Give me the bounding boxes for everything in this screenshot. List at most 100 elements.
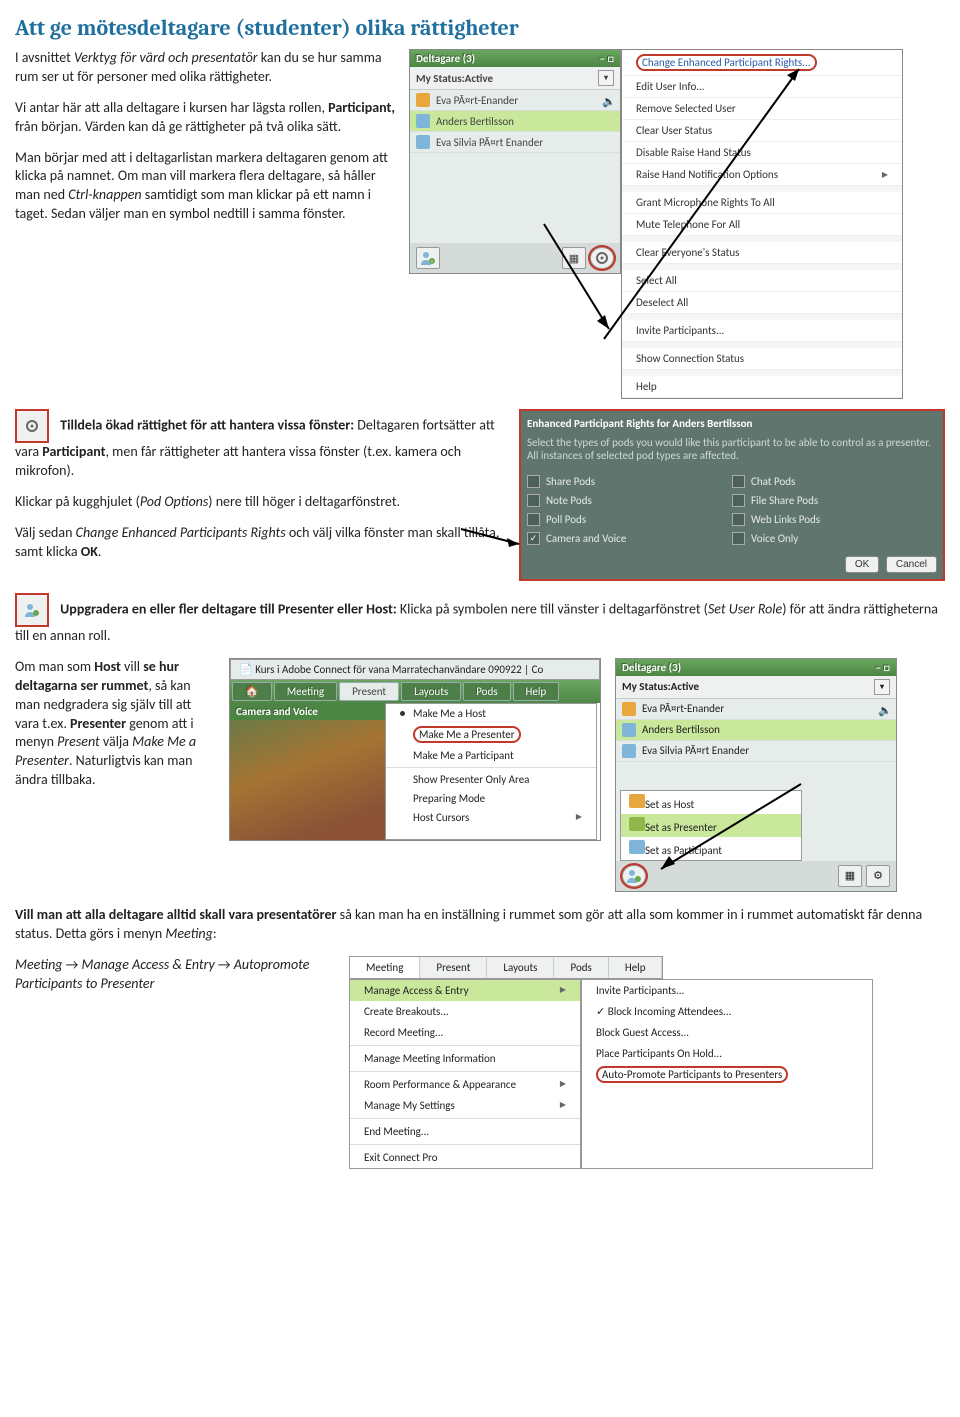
intro-para-3: Man börjar med att i deltagarlistan mark… xyxy=(15,149,395,225)
menu-host-cursors[interactable]: Host Cursors▶ xyxy=(386,808,596,827)
host-icon xyxy=(416,93,430,107)
participant-row[interactable]: Eva Silvia PÃ¤rt Enander xyxy=(410,132,620,153)
checkbox-web-links[interactable]: Web Links Pods xyxy=(732,510,937,529)
menu-item-deselect-all[interactable]: Deselect All xyxy=(622,292,902,314)
camera-video xyxy=(230,720,385,840)
menu-item-clear-all[interactable]: Clear Everyone's Status xyxy=(622,242,902,264)
host-icon xyxy=(622,702,636,716)
participant-row[interactable]: Eva PÃ¤rt-Enander🔈 xyxy=(616,699,896,720)
submenu-invite[interactable]: Invite Participants... xyxy=(582,980,872,1001)
menu-item-edit-user[interactable]: Edit User Info... xyxy=(622,76,902,98)
menu-room-performance[interactable]: Room Performance & Appearance▶ xyxy=(350,1074,580,1095)
submenu-arrow-icon: ▶ xyxy=(576,812,582,822)
submenu-autopromote[interactable]: Auto-Promote Participants to Presenters xyxy=(582,1064,872,1085)
set-user-role-button[interactable] xyxy=(622,865,646,887)
participant-icon xyxy=(622,744,636,758)
menu-pods[interactable]: Pods xyxy=(463,682,510,701)
participant-row-selected[interactable]: Anders Bertilsson xyxy=(616,720,896,741)
menu-present[interactable]: Present xyxy=(339,682,399,701)
autopromote-para: Vill man att alla deltagare alltid skall… xyxy=(15,906,945,944)
menu-create-breakouts[interactable]: Create Breakouts... xyxy=(350,1001,580,1022)
checkbox-poll-pods[interactable]: Poll Pods xyxy=(527,510,732,529)
status-dropdown-icon[interactable]: ▾ xyxy=(598,70,614,86)
status-row[interactable]: My Status:Active ▾ xyxy=(410,67,620,90)
menu-end-meeting[interactable]: End Meeting... xyxy=(350,1121,580,1142)
role-set-participant[interactable]: Set as Participant xyxy=(621,837,801,860)
menu-item-select-all[interactable]: Select All xyxy=(622,270,902,292)
menu-item-disable-raise[interactable]: Disable Raise Hand Status xyxy=(622,142,902,164)
layout-button[interactable]: ▦ xyxy=(562,247,586,269)
menu-layouts[interactable]: Layouts xyxy=(401,682,461,701)
participant-row-selected[interactable]: Anders Bertilsson xyxy=(410,111,620,132)
menu-manage-access[interactable]: Manage Access & Entry▶ xyxy=(350,980,580,1001)
meeting-menu-screenshot: Meeting Present Layouts Pods Help Manage… xyxy=(349,956,873,1169)
menu-make-host[interactable]: Make Me a Host xyxy=(386,704,596,723)
submenu-hold[interactable]: Place Participants On Hold... xyxy=(582,1043,872,1064)
participant-row[interactable]: Eva Silvia PÃ¤rt Enander xyxy=(616,741,896,762)
cancel-button[interactable]: Cancel xyxy=(886,556,937,573)
intro-para-1: I avsnittet Verktyg för värd och present… xyxy=(15,49,395,87)
speaker-icon[interactable]: 🔈 xyxy=(602,95,614,105)
host-role-icon xyxy=(629,794,645,808)
menu-my-settings[interactable]: Manage My Settings▶ xyxy=(350,1095,580,1116)
pod-options-button[interactable]: ⚙ xyxy=(866,865,890,887)
menu-exit[interactable]: Exit Connect Pro xyxy=(350,1147,580,1168)
tab-meeting[interactable]: Meeting xyxy=(350,957,420,978)
tab-pods[interactable]: Pods xyxy=(554,957,608,978)
menu-preparing-mode[interactable]: Preparing Mode xyxy=(386,789,596,808)
menu-make-presenter[interactable]: Make Me a Presenter xyxy=(386,723,596,746)
role-set-presenter[interactable]: Set as Presenter xyxy=(621,814,801,837)
menu-path: Meeting → Manage Access & Entry → Autopr… xyxy=(15,956,335,994)
menu-make-participant[interactable]: Make Me a Participant xyxy=(386,746,596,765)
layout-button[interactable]: ▦ xyxy=(838,865,862,887)
participant-icon xyxy=(416,135,430,149)
menu-meeting-info[interactable]: Manage Meeting Information xyxy=(350,1048,580,1069)
menu-help[interactable]: Help xyxy=(513,682,560,701)
panel-window-controls[interactable]: – □ xyxy=(875,661,890,674)
menu-item-invite[interactable]: Invite Participants... xyxy=(622,320,902,342)
context-menu: Change Enhanced Participant Rights... Ed… xyxy=(621,49,903,399)
page-title: Att ge mötesdeltagare (studenter) olika … xyxy=(15,15,945,41)
tab-layouts[interactable]: Layouts xyxy=(487,957,554,978)
window-title: 📄 Kurs i Adobe Connect för vana Marratec… xyxy=(230,659,600,680)
set-user-role-button[interactable]: + xyxy=(416,247,440,269)
checkbox-voice-only[interactable]: Voice Only xyxy=(732,529,937,548)
tab-help[interactable]: Help xyxy=(609,957,663,978)
speaker-icon[interactable]: 🔈 xyxy=(878,704,890,714)
menu-item-remove-user[interactable]: Remove Selected User xyxy=(622,98,902,120)
menu-item-connection[interactable]: Show Connection Status xyxy=(622,348,902,370)
meeting-dropdown: Manage Access & Entry▶ Create Breakouts.… xyxy=(349,979,581,1169)
intro-para-2: Vi antar här att alla deltagare i kursen… xyxy=(15,99,395,137)
menu-item-mute-phone[interactable]: Mute Telephone For All xyxy=(622,214,902,236)
submenu-block-guest[interactable]: Block Guest Access... xyxy=(582,1022,872,1043)
checkbox-camera-voice[interactable]: ✓Camera and Voice xyxy=(527,529,732,548)
status-dropdown-icon[interactable]: ▾ xyxy=(874,679,890,695)
tab-present[interactable]: Present xyxy=(420,957,487,978)
menu-item-raise-options[interactable]: Raise Hand Notification Options▶ xyxy=(622,164,902,186)
menu-show-presenter-area[interactable]: Show Presenter Only Area xyxy=(386,770,596,789)
menu-item-change-rights[interactable]: Change Enhanced Participant Rights... xyxy=(622,50,902,76)
checkbox-note-pods[interactable]: Note Pods xyxy=(527,491,732,510)
role-set-host[interactable]: Set as Host xyxy=(621,791,801,814)
pod-options-button[interactable] xyxy=(590,247,614,269)
menu-item-help[interactable]: Help xyxy=(622,376,902,398)
participant-role-icon xyxy=(629,840,645,854)
menu-meeting[interactable]: Meeting xyxy=(274,682,337,701)
home-button[interactable]: 🏠 xyxy=(232,682,272,701)
participant-row[interactable]: Eva PÃ¤rt-Enander 🔈 xyxy=(410,90,620,111)
enhanced-rights-dialog: Enhanced Participant Rights for Anders B… xyxy=(519,409,945,581)
manage-access-submenu: Invite Participants... ✓ Block Incoming … xyxy=(581,979,873,1169)
menu-record-meeting[interactable]: Record Meeting... xyxy=(350,1022,580,1043)
menu-item-clear-status[interactable]: Clear User Status xyxy=(622,120,902,142)
panel-window-controls[interactable]: – □ xyxy=(599,52,614,65)
participant-icon xyxy=(416,114,430,128)
checkbox-chat-pods[interactable]: Chat Pods xyxy=(732,472,937,491)
status-row[interactable]: My Status:Active▾ xyxy=(616,676,896,699)
gear-step-2: Välj sedan Change Enhanced Participants … xyxy=(15,524,505,562)
ok-button[interactable]: OK xyxy=(845,556,879,573)
submenu-block-incoming[interactable]: ✓ Block Incoming Attendees... xyxy=(582,1001,872,1022)
menu-item-grant-mic[interactable]: Grant Microphone Rights To All xyxy=(622,192,902,214)
present-dropdown: Make Me a Host Make Me a Presenter Make … xyxy=(385,703,597,840)
checkbox-file-share[interactable]: File Share Pods xyxy=(732,491,937,510)
checkbox-share-pods[interactable]: Share Pods xyxy=(527,472,732,491)
